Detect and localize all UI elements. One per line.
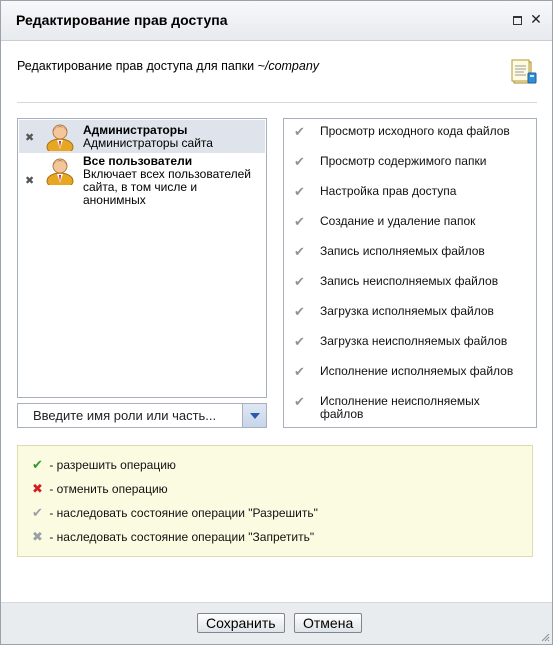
- roles-list[interactable]: ✖ Администраторы Администраторы сайта ✖: [17, 118, 267, 398]
- user-avatar-icon: [46, 124, 74, 151]
- maximize-button[interactable]: [509, 12, 525, 28]
- operation-label: Запись неисполняемых файлов: [320, 274, 499, 288]
- role-dropdown-button[interactable]: [242, 404, 266, 427]
- operation-label: Исполнение неисполняемых файлов: [320, 395, 530, 421]
- permissions-dialog: Редактирование прав доступа ✕ Редактиров…: [0, 0, 553, 645]
- legend-row: ✔ - разрешить операцию: [32, 458, 176, 473]
- operation-label-line: Исполнение неисполняемых: [320, 394, 480, 408]
- remove-icon[interactable]: ✖: [25, 174, 34, 187]
- save-button[interactable]: Сохранить: [197, 613, 285, 633]
- operations-list: ✔ Просмотр исходного кода файлов ✔ Просм…: [283, 118, 537, 428]
- user-avatar-icon: [46, 158, 74, 185]
- operation-label: Настройка прав доступа: [320, 184, 457, 198]
- resize-grip-icon[interactable]: [540, 632, 550, 642]
- role-item-administrators[interactable]: ✖ Администраторы Администраторы сайта: [19, 120, 265, 153]
- close-icon: ✕: [530, 12, 542, 28]
- role-text: Администраторы Администраторы сайта: [83, 124, 213, 150]
- remove-icon[interactable]: ✖: [25, 131, 34, 144]
- legend-text: - разрешить операцию: [49, 458, 176, 472]
- operation-label: Создание и удаление папок: [320, 214, 476, 228]
- legend-panel: ✔ - разрешить операцию ✖ - отменить опер…: [17, 445, 533, 557]
- check-gray-icon[interactable]: ✔: [294, 395, 305, 410]
- check-gray-icon[interactable]: ✔: [294, 185, 305, 200]
- legend-text: - наследовать состояние операции "Разреш…: [49, 506, 318, 520]
- operation-label: Загрузка исполняемых файлов: [320, 304, 494, 318]
- legend-row: ✖ - наследовать состояние операции "Запр…: [32, 530, 314, 545]
- operation-label: Запись исполняемых файлов: [320, 244, 485, 258]
- cancel-button[interactable]: Отмена: [294, 613, 363, 633]
- role-description-line: анонимных: [83, 193, 146, 207]
- role-item-all-users[interactable]: ✖ Все пользователи Включает всех пользов…: [19, 153, 265, 207]
- check-gray-icon[interactable]: ✔: [294, 275, 305, 290]
- document-icon: [511, 59, 537, 84]
- close-button[interactable]: ✕: [528, 12, 544, 28]
- folder-path: ~/company: [257, 59, 320, 73]
- check-gray-icon[interactable]: ✔: [294, 125, 305, 140]
- check-gray-icon[interactable]: ✔: [294, 215, 305, 230]
- legend-text: - отменить операцию: [49, 482, 168, 496]
- operation-label: Исполнение исполняемых файлов: [320, 364, 514, 378]
- cross-gray-icon: ✖: [32, 530, 43, 545]
- role-search-combo[interactable]: [17, 403, 267, 428]
- role-text: Все пользователи Включает всех пользоват…: [83, 155, 251, 207]
- check-gray-icon: ✔: [32, 506, 43, 521]
- operation-label: Просмотр содержимого папки: [320, 154, 487, 168]
- operation-label-line: файлов: [320, 407, 364, 421]
- maximize-icon: [512, 15, 522, 25]
- check-gray-icon[interactable]: ✔: [294, 305, 305, 320]
- check-gray-icon[interactable]: ✔: [294, 245, 305, 260]
- legend-row: ✔ - наследовать состояние операции "Разр…: [32, 506, 318, 521]
- folder-subtitle: Редактирование прав доступа для папки ~/…: [17, 59, 319, 73]
- dialog-title: Редактирование прав доступа: [16, 12, 228, 28]
- legend-row: ✖ - отменить операцию: [32, 482, 168, 497]
- operation-label: Просмотр исходного кода файлов: [320, 124, 510, 138]
- chevron-down-icon: [249, 412, 260, 419]
- role-search-input[interactable]: [18, 404, 243, 427]
- cross-icon: ✖: [32, 482, 43, 497]
- legend-text: - наследовать состояние операции "Запрет…: [49, 530, 315, 544]
- check-gray-icon[interactable]: ✔: [294, 365, 305, 380]
- check-gray-icon[interactable]: ✔: [294, 155, 305, 170]
- check-icon: ✔: [32, 458, 43, 473]
- subtitle-text: Редактирование прав доступа для папки: [17, 59, 255, 73]
- divider: [17, 102, 537, 103]
- dialog-footer: Сохранить Отмена: [1, 602, 552, 644]
- role-description: Администраторы сайта: [83, 136, 213, 150]
- check-gray-icon[interactable]: ✔: [294, 335, 305, 350]
- title-bar[interactable]: Редактирование прав доступа ✕: [1, 1, 552, 41]
- operation-label: Загрузка неисполняемых файлов: [320, 334, 508, 348]
